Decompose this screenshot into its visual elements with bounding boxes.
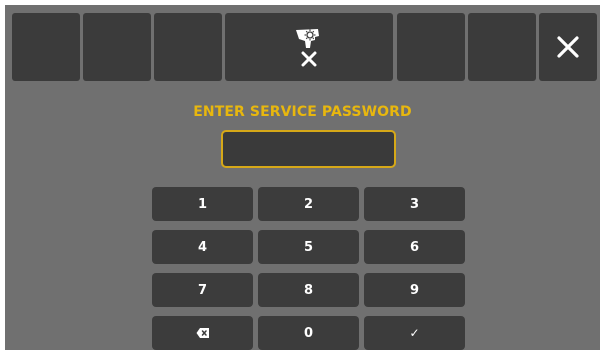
close-icon	[557, 36, 579, 58]
key-6[interactable]: 6	[364, 230, 465, 264]
backspace-key[interactable]	[152, 316, 253, 350]
toolbar-slot-5	[397, 13, 465, 81]
top-toolbar	[5, 5, 600, 89]
password-prompt-title: ENTER SERVICE PASSWORD	[193, 104, 412, 120]
key-3[interactable]: 3	[364, 187, 465, 221]
key-2[interactable]: 2	[258, 187, 359, 221]
key-4[interactable]: 4	[152, 230, 253, 264]
password-field[interactable]	[221, 130, 396, 168]
password-screen: ENTER SERVICE PASSWORD 1 2 3 4 5 6 7 8 9…	[5, 5, 600, 350]
confirm-key[interactable]: ✓	[364, 316, 465, 350]
key-5[interactable]: 5	[258, 230, 359, 264]
toolbar-slot-1	[12, 13, 80, 81]
close-button[interactable]	[539, 13, 597, 81]
service-cancel-button[interactable]	[225, 13, 393, 81]
numeric-keypad: 1 2 3 4 5 6 7 8 9 0 ✓	[152, 187, 465, 350]
toolbar-slot-3	[154, 13, 222, 81]
toolbar-slot-2	[83, 13, 151, 81]
service-tool-icon	[296, 29, 319, 48]
backspace-icon	[196, 328, 209, 338]
key-1[interactable]: 1	[152, 187, 253, 221]
key-8[interactable]: 8	[258, 273, 359, 307]
key-7[interactable]: 7	[152, 273, 253, 307]
x-icon	[301, 51, 317, 67]
toolbar-slot-6	[468, 13, 536, 81]
key-0[interactable]: 0	[258, 316, 359, 350]
key-9[interactable]: 9	[364, 273, 465, 307]
